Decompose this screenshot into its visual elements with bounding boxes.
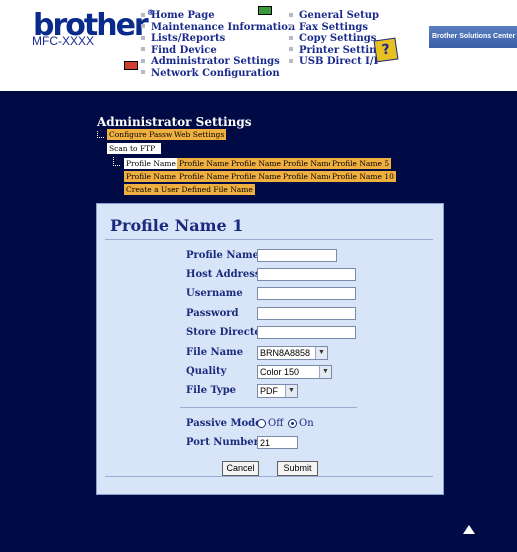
- tab-profile-10[interactable]: Profile Name 10: [330, 171, 396, 182]
- form-title: Profile Name 1: [110, 216, 244, 235]
- nav-left: Home Page Maintenance Information Lists/…: [141, 10, 295, 79]
- quality-label: Quality: [186, 366, 227, 377]
- nav-find-device[interactable]: Find Device: [141, 45, 295, 57]
- header: brother® MFC-XXXX Home Page Maintenance …: [0, 0, 517, 90]
- tab-create-user-defined-file-name[interactable]: Create a User Defined File Name: [124, 184, 255, 195]
- password-label: Password: [186, 308, 239, 319]
- chevron-down-icon: ▼: [285, 385, 297, 397]
- passive-mode-label: Passive Mode: [186, 418, 262, 429]
- chevron-down-icon: ▼: [319, 366, 331, 378]
- port-number-label: Port Number: [186, 437, 259, 448]
- tab-profile-6[interactable]: Profile Name 6: [124, 171, 186, 182]
- tab-scan-to-ftp[interactable]: Scan to FTP: [107, 143, 161, 154]
- store-directory-input[interactable]: [257, 326, 356, 339]
- back-to-top-icon[interactable]: [463, 525, 475, 534]
- tree-connector: [113, 157, 120, 166]
- chevron-down-icon: ▼: [315, 347, 327, 359]
- username-label: Username: [186, 288, 243, 299]
- model-name: MFC-XXXX: [32, 34, 95, 48]
- divider: [105, 476, 433, 477]
- password-input[interactable]: [257, 307, 356, 320]
- profile-form-panel: Profile Name 1 Profile Name Host Address…: [96, 203, 444, 495]
- tab-profile-5[interactable]: Profile Name 5: [330, 158, 392, 169]
- passive-mode-off-radio[interactable]: Off: [257, 418, 283, 429]
- nav-general-setup[interactable]: General Setup: [289, 10, 389, 22]
- nav-home-page[interactable]: Home Page: [141, 10, 295, 22]
- radio-selected-icon: [288, 419, 297, 428]
- nav-lists-reports[interactable]: Lists/Reports: [141, 33, 295, 45]
- file-type-label: File Type: [186, 385, 237, 396]
- nav-network-configuration[interactable]: Network Configuration: [141, 68, 295, 80]
- host-address-input[interactable]: [257, 268, 356, 281]
- solutions-center-button[interactable]: Brother Solutions Center: [429, 26, 517, 48]
- profile-name-input[interactable]: [257, 249, 337, 262]
- radio-icon: [257, 419, 266, 428]
- tab-web-settings[interactable]: Web Settings: [172, 129, 227, 140]
- main-area: Administrator Settings Configure Passwor…: [0, 91, 517, 552]
- nav-usb-direct-if[interactable]: USB Direct I/F: [289, 56, 389, 68]
- port-number-input[interactable]: [257, 436, 298, 449]
- username-input[interactable]: [257, 287, 356, 300]
- help-icon[interactable]: ?: [373, 37, 399, 63]
- cancel-button[interactable]: Cancel: [222, 461, 259, 476]
- tree-connector: [97, 131, 104, 138]
- nav-right: General Setup Fax Settings Copy Settings…: [289, 10, 389, 68]
- profile-name-label: Profile Name: [186, 250, 259, 261]
- file-type-select[interactable]: PDF ▼: [257, 384, 298, 398]
- divider: [180, 407, 357, 408]
- page-title: Administrator Settings: [97, 115, 252, 129]
- file-name-label: File Name: [186, 347, 244, 358]
- tab-profile-1[interactable]: Profile Name 1: [124, 158, 186, 169]
- nav-administrator-settings[interactable]: Administrator Settings: [141, 56, 295, 68]
- divider: [105, 239, 433, 240]
- passive-mode-group: Off On: [257, 418, 337, 430]
- nav-maintenance-information[interactable]: Maintenance Information: [141, 22, 295, 34]
- file-name-select[interactable]: BRN8A8858 ▼: [257, 346, 328, 360]
- nav-fax-settings[interactable]: Fax Settings: [289, 22, 389, 34]
- current-section-pin-icon: [124, 61, 138, 70]
- quality-select[interactable]: Color 150 ▼: [257, 365, 332, 379]
- passive-mode-on-radio[interactable]: On: [288, 418, 314, 429]
- submit-button[interactable]: Submit: [277, 461, 318, 476]
- host-address-label: Host Address: [186, 269, 261, 280]
